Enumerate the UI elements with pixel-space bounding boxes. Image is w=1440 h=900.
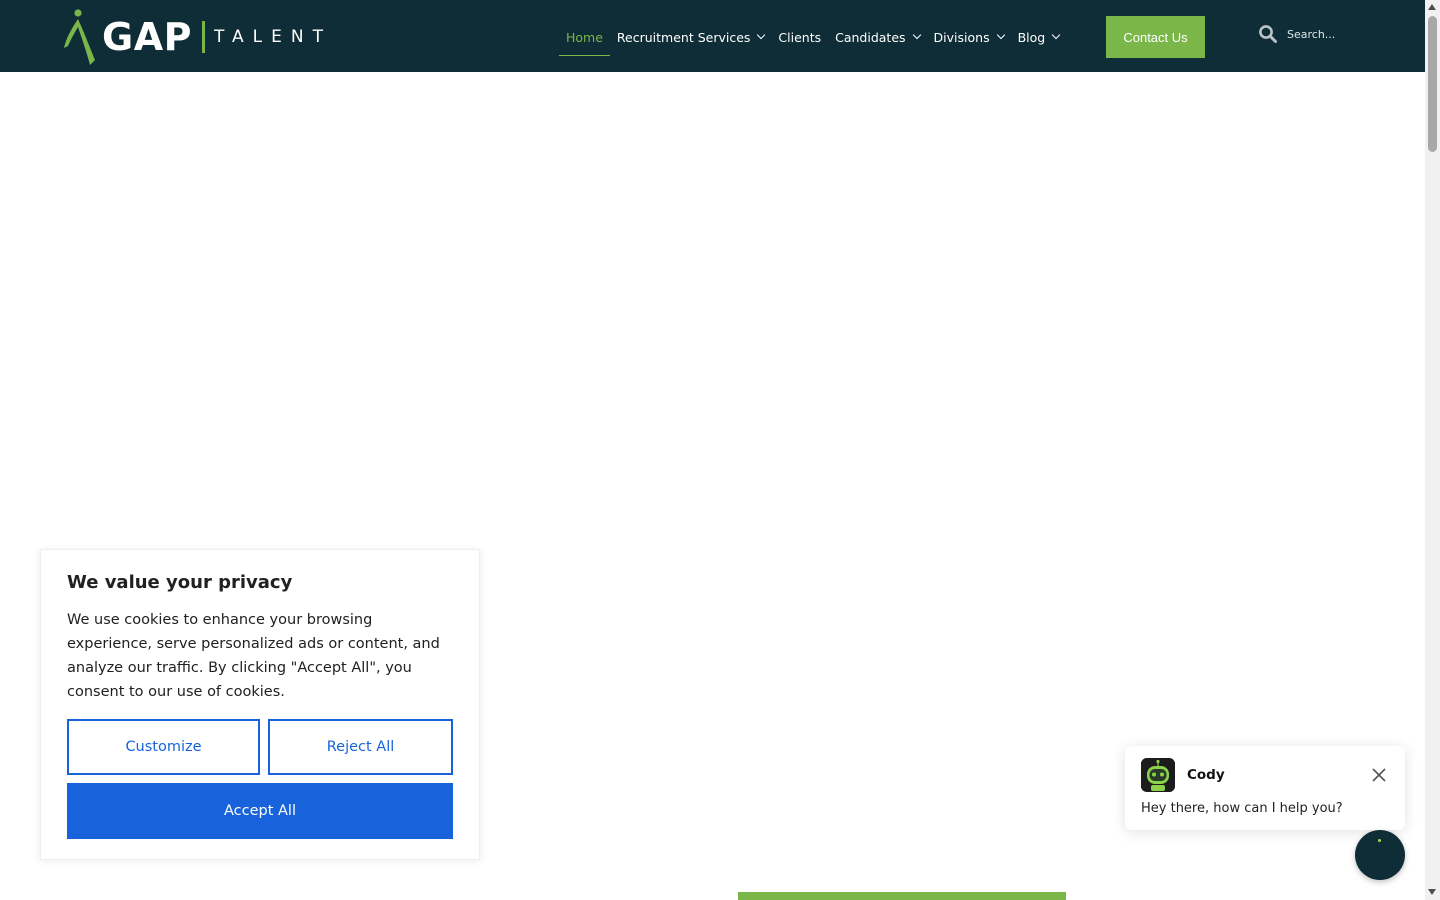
- nav-item-divisions[interactable]: Divisions: [927, 18, 1011, 56]
- chat-launcher-button[interactable]: [1355, 830, 1405, 880]
- scroll-up-arrow-icon[interactable]: [1428, 4, 1436, 10]
- robot-icon: [1141, 758, 1175, 792]
- nav-item-label: Candidates: [835, 29, 906, 45]
- close-icon[interactable]: [1371, 767, 1387, 783]
- logo-secondary-text: TALENT: [213, 27, 332, 47]
- chevron-down-icon: [996, 30, 1005, 40]
- logo-figure-icon: [64, 9, 95, 65]
- nav-item-label: Recruitment Services: [616, 29, 751, 45]
- logo[interactable]: GAP TALENT: [62, 8, 332, 66]
- accept-all-button[interactable]: Accept All: [67, 783, 453, 839]
- chevron-down-icon: [1051, 30, 1061, 40]
- logo-primary-text: GAP: [102, 15, 192, 59]
- main-nav: Home Recruitment Services Clients Candid…: [559, 18, 1066, 56]
- chevron-down-icon: [757, 30, 766, 40]
- cookie-description: We use cookies to enhance your browsing …: [67, 612, 440, 700]
- launcher-indicator-icon: [1378, 839, 1381, 842]
- nav-item-clients[interactable]: Clients: [771, 18, 828, 56]
- search-icon[interactable]: [1258, 24, 1278, 44]
- customize-button[interactable]: Customize: [67, 719, 260, 775]
- search-box: [1258, 22, 1397, 46]
- cookie-consent-banner: We value your privacy We use cookies to …: [40, 549, 480, 860]
- nav-item-label: Home: [566, 29, 603, 45]
- bot-name: Cody: [1187, 767, 1225, 783]
- cookie-title: We value your privacy: [67, 572, 293, 593]
- scroll-down-arrow-icon[interactable]: [1428, 889, 1436, 895]
- bot-greeting-message: Hey there, how can I help you?: [1141, 801, 1343, 816]
- bot-avatar: [1141, 758, 1175, 792]
- green-content-strip: [738, 892, 1066, 900]
- nav-item-candidates[interactable]: Candidates: [828, 18, 926, 56]
- page-scrollbar[interactable]: [1425, 0, 1440, 900]
- nav-item-home[interactable]: Home: [559, 18, 610, 56]
- contact-us-button[interactable]: Contact Us: [1106, 16, 1205, 58]
- nav-item-label: Clients: [778, 29, 822, 45]
- reject-all-button[interactable]: Reject All: [268, 719, 453, 775]
- site-header: GAP TALENT Home Recruitment Services Cli…: [0, 0, 1425, 72]
- chat-popup[interactable]: Cody Hey there, how can I help you?: [1125, 746, 1405, 830]
- nav-item-label: Blog: [1017, 29, 1046, 45]
- search-input[interactable]: [1287, 27, 1397, 41]
- nav-item-label: Divisions: [933, 29, 990, 45]
- nav-item-blog[interactable]: Blog: [1011, 18, 1067, 56]
- chevron-down-icon: [912, 30, 921, 40]
- scrollbar-thumb[interactable]: [1428, 16, 1437, 152]
- logo-divider: [201, 21, 205, 53]
- nav-item-recruitment-services[interactable]: Recruitment Services: [610, 18, 772, 56]
